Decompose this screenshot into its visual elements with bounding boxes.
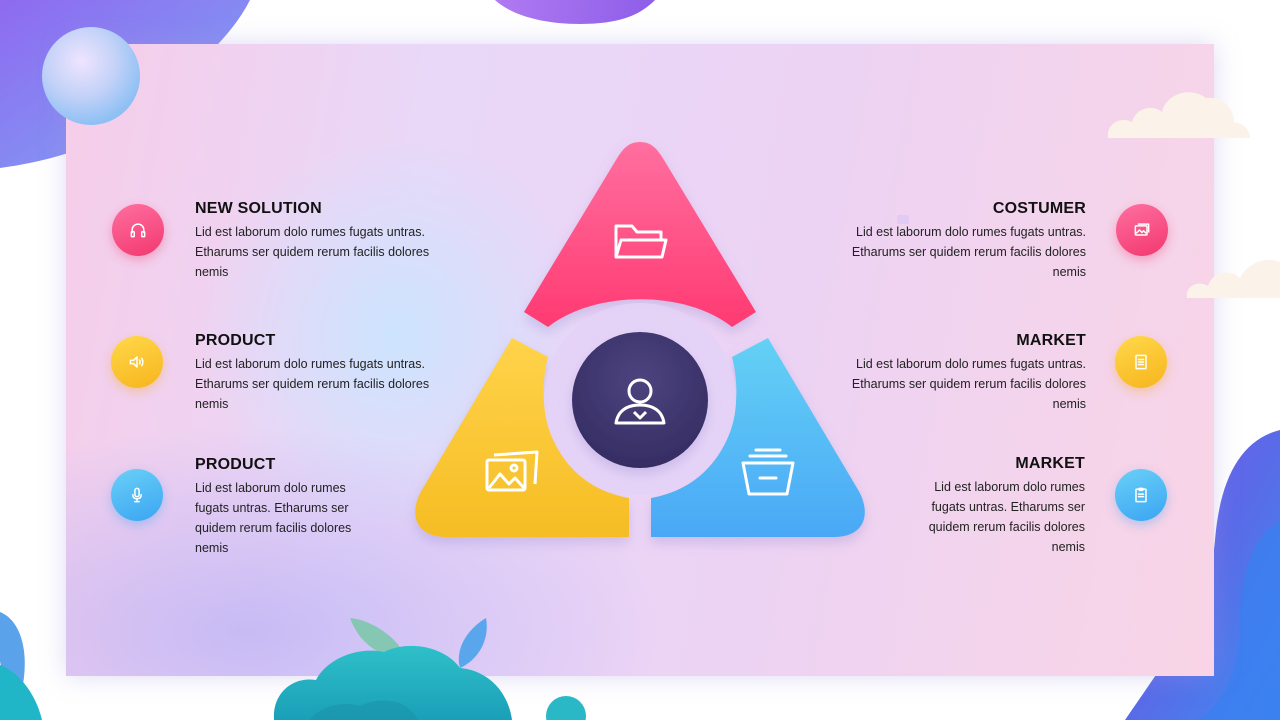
slide: NEW SOLUTION Lid est laborum dolo rumes … — [0, 0, 1280, 720]
left-item-1-text: Lid est laborum dolo rumes fugats untras… — [195, 222, 455, 282]
picture-icon — [1134, 223, 1150, 236]
text-line: nemis — [195, 265, 229, 279]
left-item-2: PRODUCT Lid est laborum dolo rumes fugat… — [195, 332, 455, 414]
text-line: quidem rerum facilis dolores — [928, 520, 1085, 534]
text-line: Lid est laborum dolo rumes fugats untras… — [195, 357, 425, 371]
text-line: nemis — [195, 541, 229, 555]
right-item-1: COSTUMER Lid est laborum dolo rumes fuga… — [826, 200, 1086, 282]
text-line: nemis — [195, 397, 229, 411]
text-line: fugats untras. Etharums ser — [931, 500, 1085, 514]
microphone-icon — [132, 487, 142, 503]
right-item-1-text: Lid est laborum dolo rumes fugats untras… — [826, 222, 1086, 282]
text-line: Lid est laborum dolo rumes fugats untras… — [856, 225, 1086, 239]
left-item-3-title: PRODUCT — [195, 456, 276, 473]
text-line: fugats untras. Etharums ser — [195, 501, 349, 515]
text-line: Etharums ser quidem rerum facilis dolore… — [851, 377, 1086, 391]
right-item-3-icon-badge — [1115, 469, 1167, 521]
left-item-1: NEW SOLUTION Lid est laborum dolo rumes … — [195, 200, 455, 282]
text-line: Etharums ser quidem rerum facilis dolore… — [195, 245, 430, 259]
left-item-2-title: PRODUCT — [195, 332, 276, 349]
left-item-1-title: NEW SOLUTION — [195, 200, 322, 217]
left-item-2-text: Lid est laborum dolo rumes fugats untras… — [195, 354, 455, 414]
right-item-2-text: Lid est laborum dolo rumes fugats untras… — [826, 354, 1086, 414]
text-line: Lid est laborum dolo rumes fugats untras… — [856, 357, 1086, 371]
right-item-1-icon-badge — [1116, 204, 1168, 256]
left-item-2-icon-badge — [111, 336, 163, 388]
right-item-2-icon-badge — [1115, 336, 1167, 388]
text-line: nemis — [1051, 540, 1085, 554]
right-item-1-title: COSTUMER — [992, 200, 1086, 217]
text-line: Lid est laborum dolo rumes — [934, 480, 1085, 494]
text-line: Etharums ser quidem rerum facilis dolore… — [851, 245, 1086, 259]
left-item-3-text: Lid est laborum dolo rumes fugats untras… — [195, 478, 385, 558]
clipboard-icon — [1135, 487, 1147, 503]
text-line: Lid est laborum dolo rumes fugats untras… — [195, 225, 425, 239]
text-line: nemis — [1052, 265, 1086, 279]
left-item-3-icon-badge — [111, 469, 163, 521]
right-item-2: MARKET Lid est laborum dolo rumes fugats… — [826, 332, 1086, 414]
right-item-3-title: MARKET — [1015, 455, 1085, 472]
headphones-icon — [130, 223, 146, 238]
text-line: quidem rerum facilis dolores — [195, 521, 352, 535]
document-icon — [1135, 354, 1147, 370]
left-item-1-icon-badge — [112, 204, 164, 256]
right-item-3: MARKET Lid est laborum dolo rumes fugats… — [895, 455, 1085, 557]
left-item-3: PRODUCT Lid est laborum dolo rumes fugat… — [195, 456, 385, 558]
right-item-2-title: MARKET — [1016, 332, 1086, 349]
text-line: Lid est laborum dolo rumes — [195, 481, 346, 495]
text-line: Etharums ser quidem rerum facilis dolore… — [195, 377, 430, 391]
speaker-icon — [129, 356, 144, 368]
right-item-3-text: Lid est laborum dolo rumes fugats untras… — [895, 477, 1085, 557]
text-line: nemis — [1052, 397, 1086, 411]
